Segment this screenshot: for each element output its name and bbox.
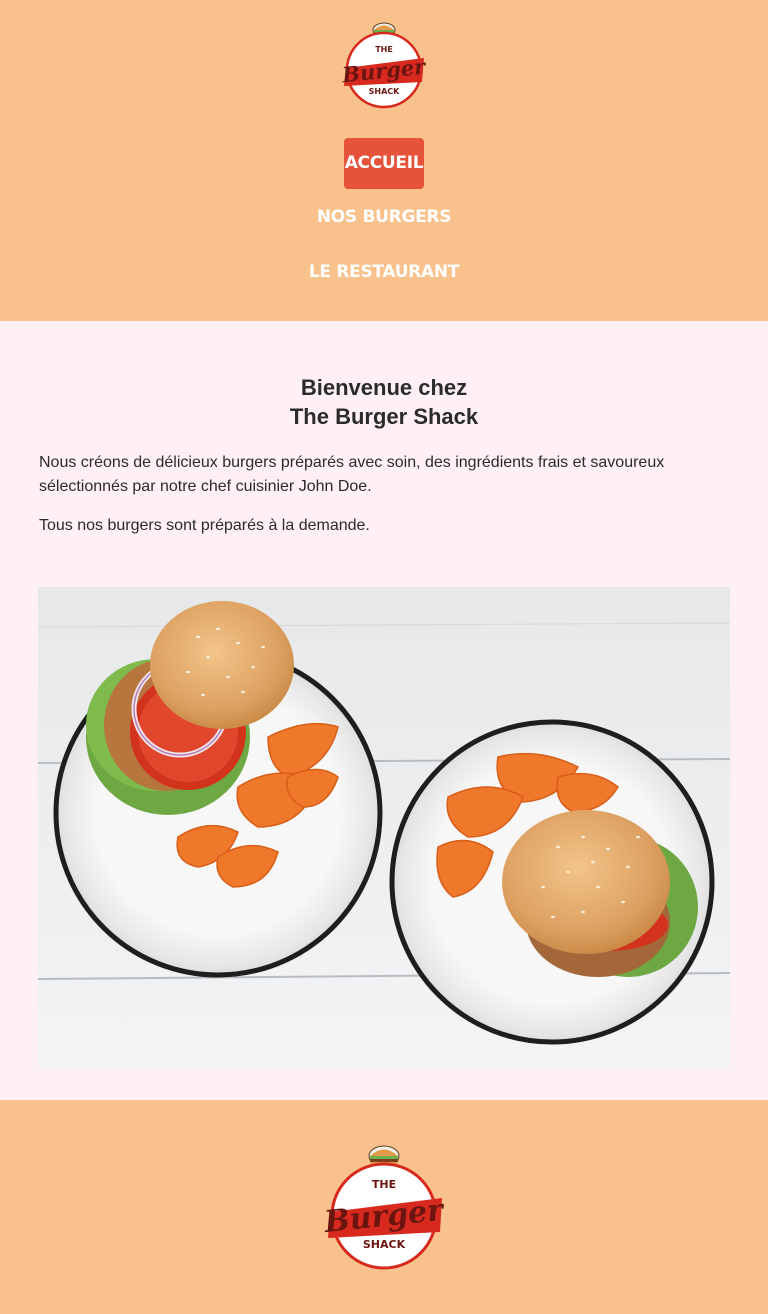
main-content: Bienvenue chez The Burger Shack Nous cré… (0, 321, 768, 1100)
site-header: THE Burger SHACK Accueil Nos burgers Le … (0, 0, 768, 321)
nav-item-accueil[interactable]: Accueil (344, 138, 424, 189)
made-to-order-paragraph: Tous nos burgers sont préparés à la dema… (39, 517, 370, 534)
header-logo[interactable]: THE Burger SHACK (334, 20, 434, 112)
page-title-line2: The Burger Shack (289, 404, 479, 429)
intro-paragraph: Nous créons de délicieux burgers préparé… (39, 454, 665, 495)
logo-text-shack: SHACK (369, 87, 401, 96)
site-footer: THE Burger SHACK (0, 1100, 768, 1314)
nav-item-le-restaurant[interactable]: Le restaurant (309, 261, 460, 283)
logo-text-the: THE (375, 45, 393, 54)
nav-item-nos-burgers[interactable]: Nos burgers (317, 206, 452, 228)
footer-logo-text-shack: SHACK (363, 1238, 406, 1251)
burger-photo (37, 587, 731, 1068)
page-title: Bienvenue chez The Burger Shack (0, 373, 768, 431)
page-title-line1: Bienvenue chez (300, 375, 468, 400)
footer-logo[interactable]: THE Burger SHACK (314, 1140, 454, 1272)
footer-logo-text-the: THE (372, 1178, 396, 1191)
